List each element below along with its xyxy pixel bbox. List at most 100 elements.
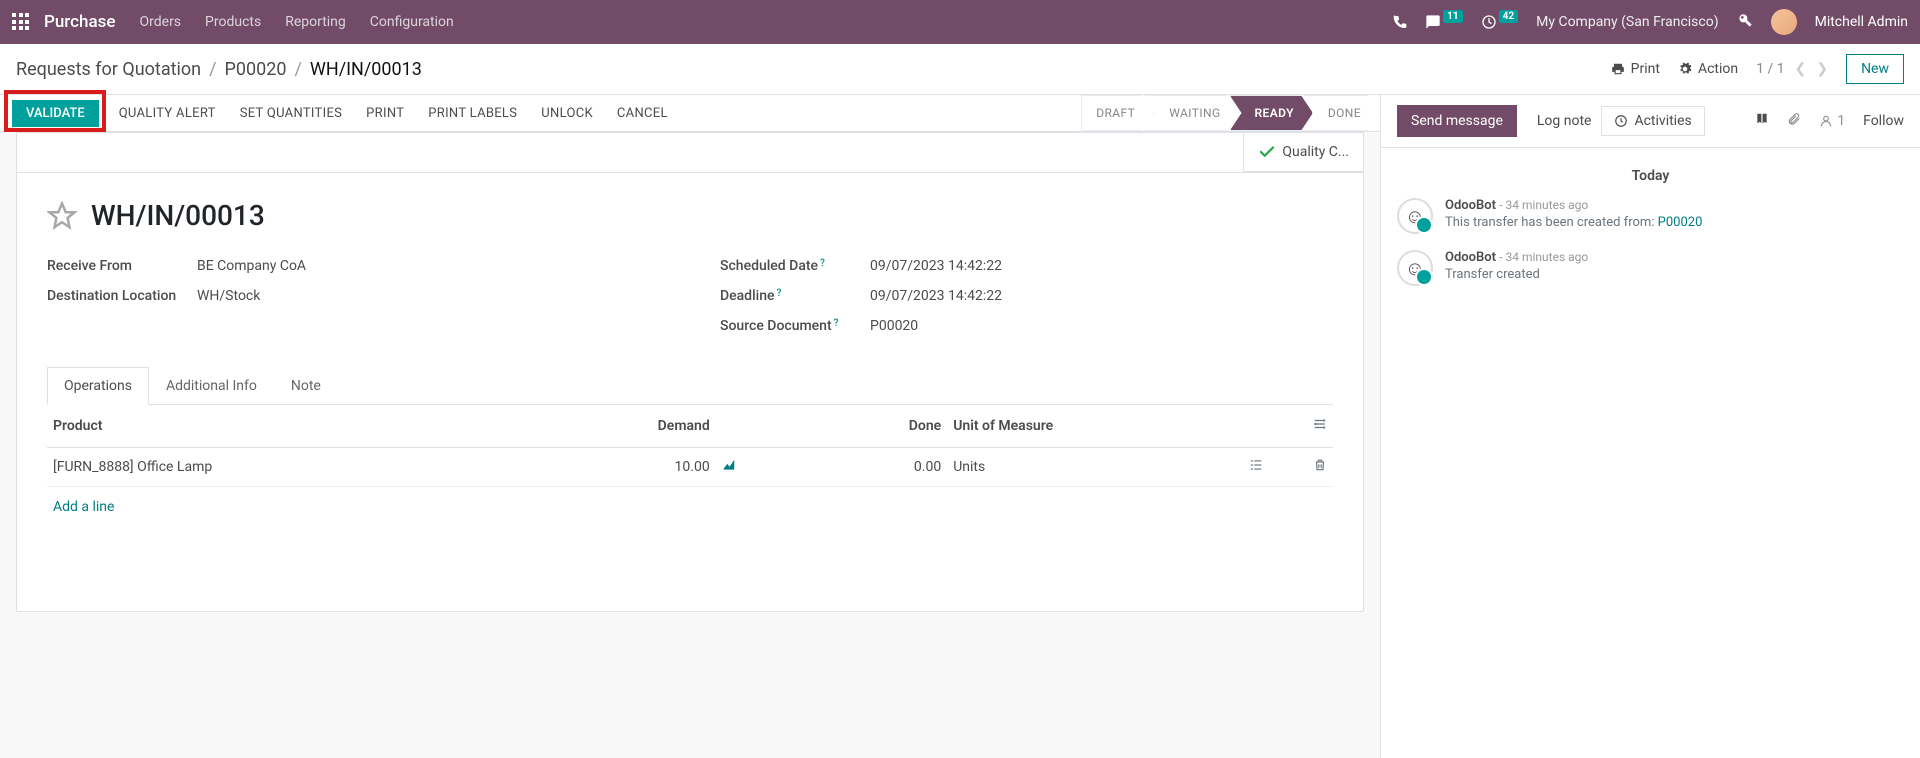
cell-product[interactable]: [FURN_8888] Office Lamp	[47, 448, 536, 487]
bot-avatar: ☺	[1397, 198, 1433, 234]
validate-button[interactable]: VALIDATE	[12, 100, 99, 127]
book-icon[interactable]	[1755, 112, 1769, 130]
receive-from-value[interactable]: BE Company CoA	[197, 258, 306, 274]
action-bar: VALIDATE QUALITY ALERT SET QUANTITIES PR…	[0, 95, 1380, 132]
activities-button[interactable]: Activities	[1601, 106, 1704, 136]
clock-icon	[1614, 114, 1628, 128]
send-message-button[interactable]: Send message	[1397, 105, 1517, 137]
bot-avatar: ☺	[1397, 250, 1433, 286]
title-row: WH/IN/00013	[47, 199, 1333, 232]
menu-configuration[interactable]: Configuration	[370, 14, 454, 30]
status-ready[interactable]: READY	[1230, 95, 1313, 131]
activity-icon[interactable]: 42	[1481, 14, 1518, 30]
top-navbar: Purchase Orders Products Reporting Confi…	[0, 0, 1920, 44]
deadline-value: 09/07/2023 14:42:22	[870, 288, 1002, 304]
details-icon[interactable]	[1247, 458, 1263, 476]
main-content: VALIDATE QUALITY ALERT SET QUANTITIES PR…	[0, 95, 1380, 758]
msg-author[interactable]: OdooBot	[1445, 250, 1496, 265]
control-bar: Requests for Quotation / P00020 / WH/IN/…	[0, 44, 1920, 95]
print-icon	[1611, 62, 1625, 76]
destination-value[interactable]: WH/Stock	[197, 288, 260, 304]
set-quantities-button[interactable]: SET QUANTITIES	[228, 96, 354, 131]
check-icon	[1258, 143, 1276, 161]
star-icon[interactable]	[47, 201, 77, 231]
action-button[interactable]: Action	[1678, 61, 1738, 77]
receive-from-label: Receive From	[47, 258, 197, 274]
quality-check-bar: Quality C...	[17, 133, 1363, 173]
app-title[interactable]: Purchase	[44, 12, 116, 32]
pager-prev[interactable]: ❮	[1795, 61, 1807, 77]
status-waiting[interactable]: WAITING	[1144, 95, 1239, 131]
settings-icon[interactable]	[1311, 417, 1327, 435]
deadline-label: Deadline?	[720, 288, 870, 304]
tab-additional-info[interactable]: Additional Info	[149, 367, 274, 405]
cell-done[interactable]: 0.00	[793, 448, 947, 487]
operations-table: Product Demand Done Unit of Measure [FUR…	[47, 405, 1333, 487]
menu-products[interactable]: Products	[205, 14, 261, 30]
print-action-button[interactable]: PRINT	[354, 96, 416, 131]
followers-count[interactable]: 1	[1819, 113, 1845, 129]
unlock-button[interactable]: UNLOCK	[529, 96, 605, 131]
tab-operations[interactable]: Operations	[47, 367, 149, 405]
msg-author[interactable]: OdooBot	[1445, 198, 1496, 213]
source-doc-label: Source Document?	[720, 318, 870, 334]
add-line-button[interactable]: Add a line	[47, 487, 120, 527]
breadcrumb-parent[interactable]: P00020	[225, 59, 287, 80]
user-icon	[1819, 114, 1833, 128]
status-draft[interactable]: DRAFT	[1081, 95, 1154, 131]
tools-icon[interactable]	[1737, 12, 1753, 32]
col-uom[interactable]: Unit of Measure	[947, 405, 1204, 448]
tab-note[interactable]: Note	[274, 367, 338, 405]
messages-count: 11	[1443, 10, 1462, 23]
col-done[interactable]: Done	[793, 405, 947, 448]
delete-icon[interactable]	[1311, 458, 1327, 476]
cancel-button[interactable]: CANCEL	[605, 96, 680, 131]
scheduled-date-value[interactable]: 09/07/2023 14:42:22	[870, 258, 1002, 274]
company-selector[interactable]: My Company (San Francisco)	[1536, 14, 1718, 30]
follow-button[interactable]: Follow	[1863, 113, 1904, 129]
pager-text: 1 / 1	[1756, 61, 1784, 77]
attachment-icon[interactable]	[1787, 112, 1801, 130]
breadcrumb-root[interactable]: Requests for Quotation	[16, 59, 201, 80]
pager-next[interactable]: ❯	[1816, 61, 1828, 77]
msg-body: Transfer created	[1445, 267, 1588, 282]
msg-time: - 34 minutes ago	[1499, 198, 1588, 212]
msg-body: This transfer has been created from: P00…	[1445, 215, 1702, 230]
source-doc-value[interactable]: P00020	[870, 318, 918, 334]
menu-orders[interactable]: Orders	[140, 14, 182, 30]
apps-icon[interactable]	[12, 13, 30, 31]
status-done[interactable]: DONE	[1303, 95, 1380, 131]
print-labels-button[interactable]: PRINT LABELS	[416, 96, 529, 131]
phone-icon[interactable]	[1391, 14, 1407, 30]
navbar-right: 11 42 My Company (San Francisco) Mitchel…	[1391, 9, 1908, 35]
cell-uom[interactable]: Units	[947, 448, 1204, 487]
log-note-button[interactable]: Log note	[1537, 113, 1592, 129]
col-product[interactable]: Product	[47, 405, 536, 448]
col-demand[interactable]: Demand	[536, 405, 716, 448]
msg-time: - 34 minutes ago	[1499, 250, 1588, 264]
new-button[interactable]: New	[1846, 54, 1904, 84]
messages-icon[interactable]: 11	[1425, 14, 1462, 30]
controlbar-right: Print Action 1 / 1 ❮ ❯ New	[1611, 54, 1904, 84]
pager: 1 / 1 ❮ ❯	[1756, 61, 1828, 77]
print-button[interactable]: Print	[1611, 61, 1660, 77]
cell-demand[interactable]: 10.00	[536, 448, 716, 487]
navbar-menu: Orders Products Reporting Configuration	[140, 14, 1392, 30]
quality-alert-button[interactable]: QUALITY ALERT	[107, 96, 228, 131]
quality-check-button[interactable]: Quality C...	[1243, 132, 1364, 172]
tabs: Operations Additional Info Note	[47, 366, 1333, 405]
activity-count: 42	[1499, 10, 1518, 23]
breadcrumb-current: WH/IN/00013	[310, 59, 422, 80]
day-separator: Today	[1397, 168, 1904, 184]
msg-link[interactable]: P00020	[1658, 215, 1703, 230]
destination-label: Destination Location	[47, 288, 197, 304]
forecast-icon[interactable]	[722, 458, 738, 476]
user-avatar[interactable]	[1771, 9, 1797, 35]
chatter-actions: Send message Log note Activities 1 Follo…	[1381, 95, 1920, 148]
scheduled-date-label: Scheduled Date?	[720, 258, 870, 274]
menu-reporting[interactable]: Reporting	[285, 14, 346, 30]
table-row[interactable]: [FURN_8888] Office Lamp 10.00 0.00 Units	[47, 448, 1333, 487]
user-name[interactable]: Mitchell Admin	[1815, 14, 1908, 30]
form-sheet: Quality C... WH/IN/00013 Receive From BE…	[16, 132, 1364, 612]
status-bar: DRAFT WAITING READY DONE	[1081, 95, 1380, 131]
